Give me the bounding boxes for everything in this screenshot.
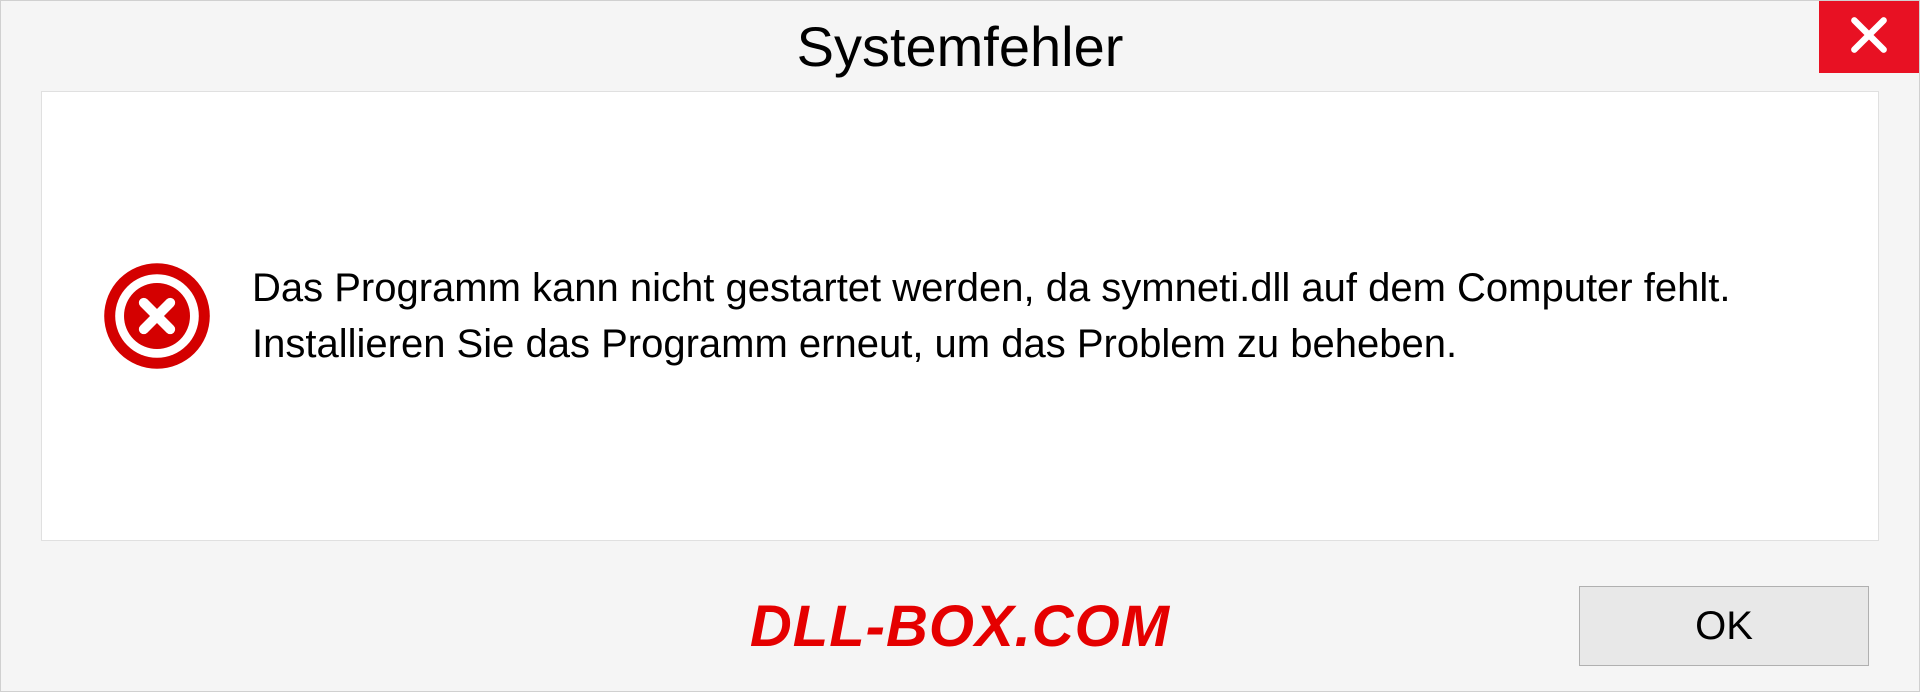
close-button[interactable]	[1819, 1, 1919, 73]
error-icon	[102, 261, 212, 371]
watermark-text: DLL-BOX.COM	[750, 593, 1170, 660]
ok-button[interactable]: OK	[1579, 586, 1869, 666]
error-message: Das Programm kann nicht gestartet werden…	[252, 260, 1818, 372]
error-dialog: Systemfehler Das Programm kann nicht ges…	[0, 0, 1920, 692]
close-icon	[1847, 13, 1891, 62]
dialog-title: Systemfehler	[797, 14, 1124, 79]
title-bar: Systemfehler	[1, 1, 1919, 91]
content-area: Das Programm kann nicht gestartet werden…	[41, 91, 1879, 541]
dialog-footer: DLL-BOX.COM OK	[1, 561, 1919, 691]
